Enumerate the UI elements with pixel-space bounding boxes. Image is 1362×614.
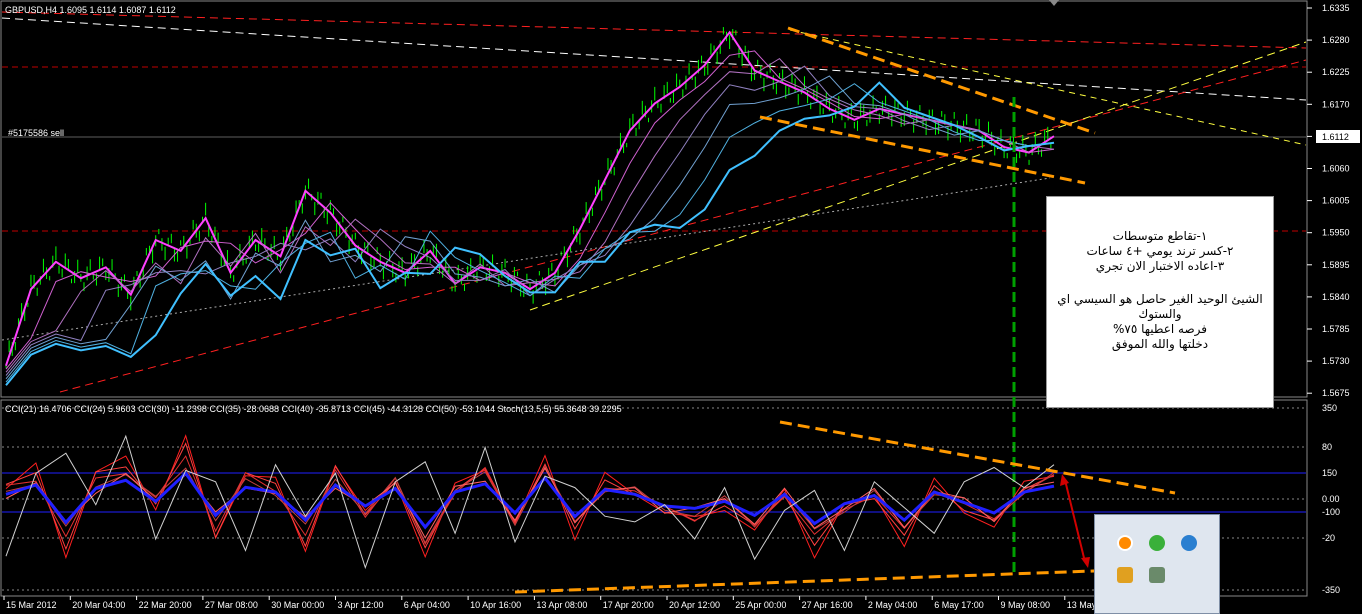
main-chart-title: GBPUSD,H4 1.6095 1.6114 1.6087 1.6112 bbox=[5, 5, 176, 15]
price-tick-label: 1.5895 bbox=[1322, 260, 1350, 270]
indicator-resistance-line bbox=[779, 420, 1176, 495]
time-tick-label: 22 Mar 20:00 bbox=[139, 600, 192, 610]
time-tick-label: 10 Apr 16:00 bbox=[470, 600, 521, 610]
indicator-tick-label: 0.00 bbox=[1322, 494, 1340, 504]
price-tick-label: 1.6335 bbox=[1322, 3, 1350, 13]
note-line: الشيئ الوحيد الغير حاصل هو السيسي اي bbox=[1057, 292, 1263, 306]
arrow-head-icon bbox=[1060, 474, 1069, 486]
indicator-tick-label: -100 bbox=[1322, 507, 1340, 517]
stoch-line bbox=[5, 434, 1055, 570]
order-label: #5175586 sell bbox=[8, 128, 64, 138]
gear-icon[interactable] bbox=[1117, 567, 1133, 583]
price-tick-label: 1.6060 bbox=[1322, 164, 1350, 174]
price-tick-label: 1.6225 bbox=[1322, 67, 1350, 77]
network-globe-icon[interactable] bbox=[1181, 535, 1197, 551]
time-tick-label: 27 Apr 16:00 bbox=[802, 600, 853, 610]
ma-ribbon-line bbox=[5, 81, 1055, 386]
ma-200-line bbox=[1, 177, 1051, 341]
annotation-note: ١-تقاطع متوسطات ٢-كسر ترند يومي +٤ ساعات… bbox=[1046, 196, 1274, 408]
indicator-tick-label: -350 bbox=[1322, 585, 1340, 595]
price-tick-label: 1.5950 bbox=[1322, 228, 1350, 238]
trading-terminal: 1.63351.62801.62251.61701.61151.60601.60… bbox=[0, 0, 1362, 614]
ma-ribbon-line bbox=[5, 30, 1055, 367]
time-tick-label: 3 Apr 12:00 bbox=[338, 600, 384, 610]
price-tick-label: 1.5675 bbox=[1322, 388, 1350, 398]
time-tick-label: 6 Apr 04:00 bbox=[404, 600, 450, 610]
price-tick-label: 1.6170 bbox=[1322, 99, 1350, 109]
cci-50-line bbox=[5, 471, 1055, 530]
price-tick-label: 1.5785 bbox=[1322, 324, 1350, 334]
note-line: دخلتها والله الموفق bbox=[1111, 337, 1209, 351]
indicator-tick-label: 80 bbox=[1322, 442, 1332, 452]
current-price-label: 1.6112 bbox=[1322, 132, 1349, 142]
indicator-tick-label: -20 bbox=[1322, 533, 1335, 543]
note-line: ٣-اعاده الاختبار الان تجري bbox=[1095, 259, 1225, 273]
ma-ribbon-line bbox=[5, 83, 1055, 383]
time-tick-label: 30 Mar 00:00 bbox=[271, 600, 324, 610]
ma-ribbon-line bbox=[5, 57, 1055, 373]
indicator-title: CCI(21) 16.4706 CCI(24) 5.9603 CCI(30) -… bbox=[5, 404, 622, 414]
orange-circle-icon[interactable] bbox=[1117, 535, 1133, 551]
price-tick-label: 1.6280 bbox=[1322, 35, 1350, 45]
note-line: والستوك bbox=[1138, 307, 1182, 321]
time-tick-label: 6 May 17:00 bbox=[934, 600, 984, 610]
time-tick-label: 27 Mar 08:00 bbox=[205, 600, 258, 610]
arrow-head-icon bbox=[1081, 557, 1090, 568]
price-tick-label: 1.6005 bbox=[1322, 196, 1350, 206]
time-tick-label: 25 Apr 00:00 bbox=[735, 600, 786, 610]
price-tick-label: 1.5730 bbox=[1322, 356, 1350, 366]
people-icon[interactable] bbox=[1149, 567, 1165, 583]
note-line: ١-تقاطع متوسطات bbox=[1112, 229, 1208, 243]
time-tick-label: 9 May 08:00 bbox=[1001, 600, 1051, 610]
time-tick-label: 2 May 04:00 bbox=[868, 600, 918, 610]
indicator-support-line bbox=[514, 568, 1121, 594]
scroll-chevron-icon[interactable] bbox=[1049, 0, 1059, 6]
cci-line bbox=[5, 467, 1055, 539]
cci-line bbox=[5, 455, 1055, 546]
time-tick-label: 13 Apr 08:00 bbox=[536, 600, 587, 610]
time-tick-label: 20 Mar 04:00 bbox=[72, 600, 125, 610]
note-line: فرصه اعطيها ٧٥% bbox=[1112, 322, 1208, 336]
system-tray-popup bbox=[1094, 514, 1220, 614]
time-tick-label: 17 Apr 20:00 bbox=[603, 600, 654, 610]
price-tick-label: 1.5840 bbox=[1322, 292, 1350, 302]
green-check-icon[interactable] bbox=[1149, 535, 1165, 551]
indicator-tick-label: 350 bbox=[1322, 403, 1337, 413]
cci-line bbox=[5, 465, 1055, 544]
time-tick-label: 20 Apr 12:00 bbox=[669, 600, 720, 610]
indicator-tick-label: 150 bbox=[1322, 468, 1337, 478]
range-arrow bbox=[1064, 479, 1086, 563]
note-line: ٢-كسر ترند يومي +٤ ساعات bbox=[1086, 244, 1234, 258]
time-tick-label: 15 Mar 2012 bbox=[6, 600, 57, 610]
